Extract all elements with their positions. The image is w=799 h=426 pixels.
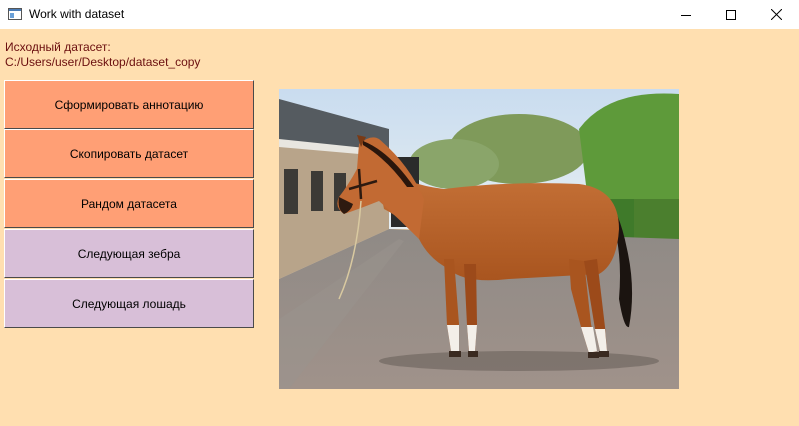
maximize-button[interactable] xyxy=(708,0,754,29)
dataset-image-preview xyxy=(279,89,679,389)
window-title: Work with dataset xyxy=(29,7,125,21)
dataset-label: Исходный датасет: xyxy=(5,40,111,54)
horse-photo xyxy=(279,89,679,389)
random-dataset-button[interactable]: Рандом датасета xyxy=(4,179,254,228)
generate-annotation-button[interactable]: Сформировать аннотацию xyxy=(4,80,254,129)
app-window-icon xyxy=(8,8,22,20)
dataset-info: Исходный датасет: C:/Users/user/Desktop/… xyxy=(5,40,200,70)
minimize-button[interactable] xyxy=(663,0,709,29)
close-button[interactable] xyxy=(753,0,799,29)
next-zebra-button[interactable]: Следующая зебра xyxy=(4,229,254,278)
title-bar: Work with dataset xyxy=(0,0,799,29)
dataset-path: C:/Users/user/Desktop/dataset_copy xyxy=(5,55,201,69)
maximize-icon xyxy=(726,9,736,20)
close-icon xyxy=(770,9,782,20)
minimize-icon xyxy=(681,14,691,16)
copy-dataset-button[interactable]: Скопировать датасет xyxy=(4,129,254,178)
next-horse-button[interactable]: Следующая лошадь xyxy=(4,279,254,328)
